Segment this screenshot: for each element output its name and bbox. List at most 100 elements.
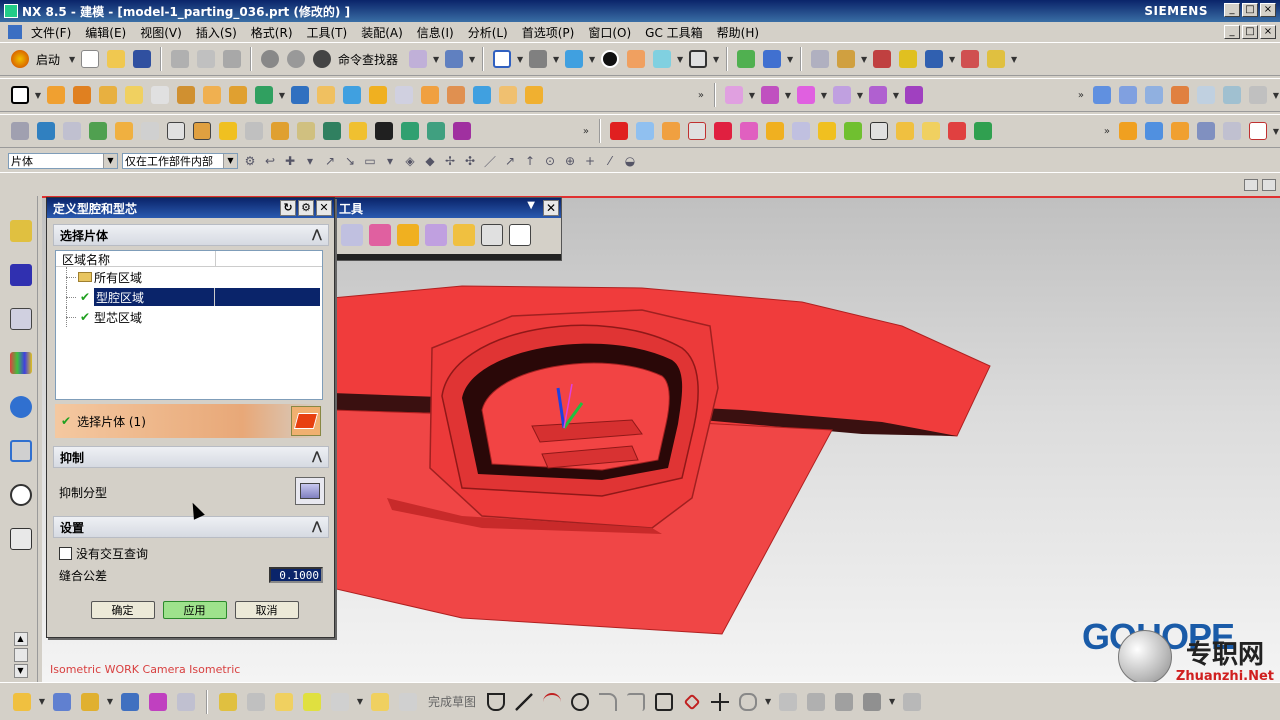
dropdown-icon[interactable]: ▼ [38,697,46,706]
snap-endpoint-icon[interactable]: ✣ [462,153,478,169]
undo-icon[interactable] [258,47,282,71]
command-finder-button[interactable]: 命令查找器 [338,51,398,68]
select-sheet-header[interactable]: 选择片体 ⋀ [53,224,329,246]
command-finder-icon[interactable] [310,47,334,71]
mold-design-validation-icon[interactable] [190,119,214,143]
solid-body-filter-icon[interactable]: ◈ [402,153,418,169]
dropdown-icon[interactable]: ▼ [468,55,476,64]
collapse-icon[interactable]: ⋀ [312,227,322,241]
trim-body-icon[interactable] [444,83,468,107]
assembly-load-icon[interactable] [50,690,74,714]
sync-move-icon[interactable] [722,83,746,107]
mold-base-icon[interactable] [242,119,266,143]
standard-part-icon[interactable] [268,119,292,143]
menu-view[interactable]: 视图(V) [133,24,189,41]
block-icon[interactable] [96,83,120,107]
web-browser-icon[interactable] [8,392,34,422]
apply-button[interactable]: 应用 [162,601,227,619]
quick-extend-icon[interactable] [804,690,828,714]
profile-icon[interactable] [484,690,508,714]
part-navigator-icon[interactable] [8,304,34,334]
history-icon[interactable] [8,436,34,466]
layer-settings-icon[interactable] [808,47,832,71]
dropdown-icon[interactable]: ▼ [948,55,956,64]
more-tools-chevron-icon[interactable]: » [1104,126,1110,137]
pattern-icon[interactable] [226,83,250,107]
edge-patch-icon[interactable] [737,119,761,143]
transition-object-icon[interactable] [369,224,391,246]
circle-icon[interactable] [568,690,592,714]
electrode-icon[interactable] [450,119,474,143]
family-mold-icon[interactable] [138,119,162,143]
region-row-core[interactable]: ✔ 型芯区域 [56,307,322,327]
snap-quadrant-icon[interactable]: ⊕ [562,153,578,169]
hole-icon[interactable] [174,83,198,107]
wave-link-icon[interactable] [216,690,240,714]
thicken-icon[interactable] [392,83,416,107]
select-sheet-button[interactable] [291,406,321,436]
patch-icon[interactable] [522,83,546,107]
extract-region-icon[interactable] [425,224,447,246]
scope-filter-select[interactable]: 仅在工作部件内部 ▼ [122,153,238,169]
snap-enable-icon[interactable]: ✢ [442,153,458,169]
law-extension-icon[interactable] [1220,83,1244,107]
draft-icon[interactable] [366,83,390,107]
suppress-parting-button[interactable] [295,477,325,505]
dimension-icon[interactable] [860,690,884,714]
define-region-icon[interactable] [1168,119,1192,143]
pattern-component-icon[interactable] [272,690,296,714]
boss-icon[interactable] [200,83,224,107]
snap-point-icon[interactable]: ✚ [282,153,298,169]
cancel-button[interactable]: 取消 [234,601,299,619]
snap-center-icon[interactable]: ⊙ [542,153,558,169]
dropdown-icon[interactable]: ▼ [34,91,42,100]
doc-minimize-button[interactable]: _ [1224,25,1240,39]
chamfer-sketch-icon[interactable] [624,690,648,714]
reuse-library-icon[interactable] [8,348,34,378]
dropdown-icon[interactable]: ▼ [1272,127,1280,136]
parting-line-tool-icon[interactable] [341,224,363,246]
menu-window[interactable]: 窗口(O) [581,24,638,41]
dropdown-icon[interactable]: ▼ [748,91,756,100]
more-tools-chevron-icon[interactable]: » [1078,90,1084,101]
mold-tools-icon[interactable] [164,119,188,143]
workpiece-icon[interactable] [86,119,110,143]
dropdown-icon[interactable]: ▼ [888,697,896,706]
sew-icon[interactable] [496,83,520,107]
extrude-icon[interactable] [44,83,68,107]
redo-icon[interactable] [284,47,308,71]
collapse-icon[interactable]: ⋀ [312,519,322,533]
filter-settings-icon[interactable]: ⚙ [242,153,258,169]
open-folder-icon[interactable] [104,47,128,71]
info-icon[interactable] [442,47,466,71]
menu-tools[interactable]: 工具(T) [300,24,355,41]
constraint-navigator-icon[interactable] [8,260,34,290]
dropdown-icon[interactable]: ▾ [302,153,318,169]
dropdown-icon[interactable]: ▼ [1010,55,1018,64]
gate-icon[interactable] [372,119,396,143]
start-dropdown-icon[interactable]: ▼ [68,55,76,64]
more-tools-chevron-icon[interactable]: » [698,90,704,101]
dropdown-icon[interactable]: ▼ [278,91,286,100]
chevron-down-icon[interactable]: ▼ [527,200,535,211]
quick-trim-icon[interactable] [776,690,800,714]
shrinkage-icon[interactable] [60,119,84,143]
menu-insert[interactable]: 插入(S) [189,24,244,41]
studio-spline-icon[interactable] [736,690,760,714]
settings-header[interactable]: 设置 ⋀ [53,516,329,538]
chamfer-icon[interactable] [340,83,364,107]
parting-line-icon[interactable] [1194,119,1218,143]
mold-csys-icon[interactable] [34,119,58,143]
menu-help[interactable]: 帮助(H) [710,24,766,41]
move-component-icon[interactable] [118,690,142,714]
snap-on-curve-icon[interactable]: ⁄ [602,153,618,169]
snap-intersection-icon[interactable]: ↑ [522,153,538,169]
dropdown-icon[interactable]: ▼ [786,55,794,64]
offset-face-icon[interactable] [418,83,442,107]
cavity-core-tool-icon[interactable] [453,224,475,246]
render-style-icon[interactable] [526,47,550,71]
dropdown-icon[interactable]: ▼ [860,55,868,64]
parting-surface-tool-icon[interactable] [397,224,419,246]
measure-angle-icon[interactable] [984,47,1008,71]
document-menu-icon[interactable] [8,25,22,39]
